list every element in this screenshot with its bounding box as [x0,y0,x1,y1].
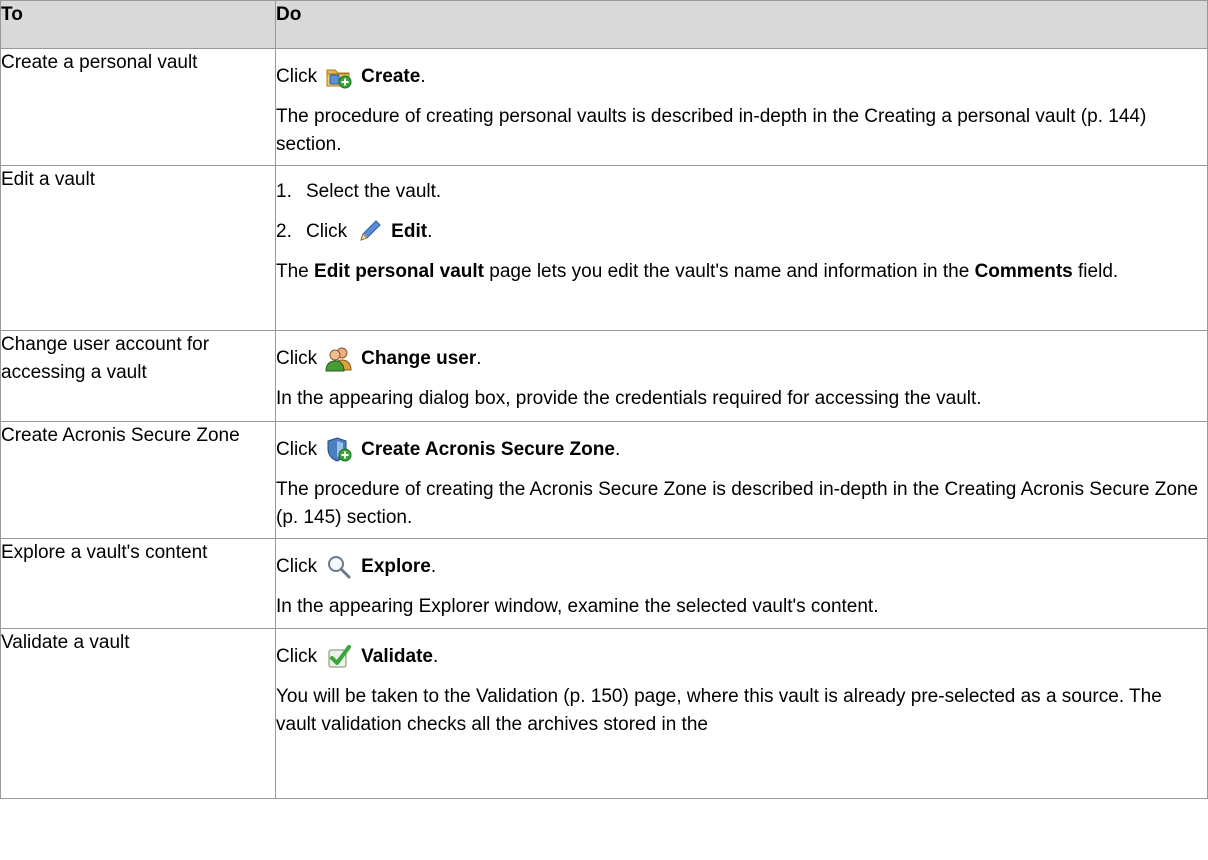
click-word: Click [276,66,318,87]
create-secure-zone-action-label: Create Acronis Secure Zone [361,439,615,460]
folder-add-icon [325,63,353,91]
shield-add-icon [325,436,353,464]
description: The procedure of creating the Acronis Se… [276,479,1199,528]
actions-table: To Do Create a personal vault Click Crea… [0,0,1208,799]
to-cell: Create a personal vault [0,48,276,166]
to-cell: Explore a vault's content [0,538,276,629]
description: In the appearing dialog box, provide the… [276,388,982,409]
table-row: Validate a vault Click Validate. You wil… [0,628,1208,799]
header-do: Do [275,0,1208,49]
description: You will be taken to the Validation (p. … [276,686,1162,735]
action-line: Click Validate. [276,637,1207,677]
do-cell: Click Change user. In the appearing dial… [275,330,1208,422]
table-row: Explore a vault's content Click Explore.… [0,538,1208,629]
users-icon [325,345,353,373]
table-row: Create Acronis Secure Zone Click Create … [0,421,1208,539]
list-item: 1. Select the vault. [276,181,442,202]
to-cell: Validate a vault [0,628,276,799]
to-cell: Change user account for accessing a vaul… [0,330,276,422]
table-row: Change user account for accessing a vaul… [0,330,1208,422]
edit-action-label: Edit [391,221,428,242]
magnifier-icon [325,553,353,581]
action-line: Click Create. [276,57,1207,97]
pencil-icon [355,218,383,246]
description: The Edit personal vault page lets you ed… [276,261,1119,282]
action-line: Click Change user. [276,339,1207,379]
table-row: Edit a vault 1. Select the vault. 2. Cli… [0,165,1208,331]
header-to: To [0,0,276,49]
do-cell: Click Validate. You will be taken to the… [275,628,1208,799]
change-user-action-label: Change user [361,348,477,369]
steps-list: 1. Select the vault. 2. Click Edit . [276,172,1207,252]
checkmark-icon [325,643,353,671]
do-cell: Click Create Acronis Secure Zone. The pr… [275,421,1208,539]
validate-action-label: Validate [361,646,433,667]
action-line: Click Explore. [276,547,1207,587]
description: In the appearing Explorer window, examin… [276,596,879,617]
to-cell: Edit a vault [0,165,276,331]
table-header-row: To Do [0,0,1208,49]
create-action-label: Create [361,66,421,87]
do-cell: Click Create. The procedure of creating … [275,48,1208,166]
do-cell: 1. Select the vault. 2. Click Edit . The… [275,165,1208,331]
description: The procedure of creating personal vault… [276,106,1147,155]
list-item: 2. Click Edit. [276,212,1207,252]
table-row: Create a personal vault Click Create. Th… [0,48,1208,166]
to-cell: Create Acronis Secure Zone [0,421,276,539]
do-cell: Click Explore. In the appearing Explorer… [275,538,1208,629]
action-line: Click Create Acronis Secure Zone. [276,430,1207,470]
explore-action-label: Explore [361,556,431,577]
